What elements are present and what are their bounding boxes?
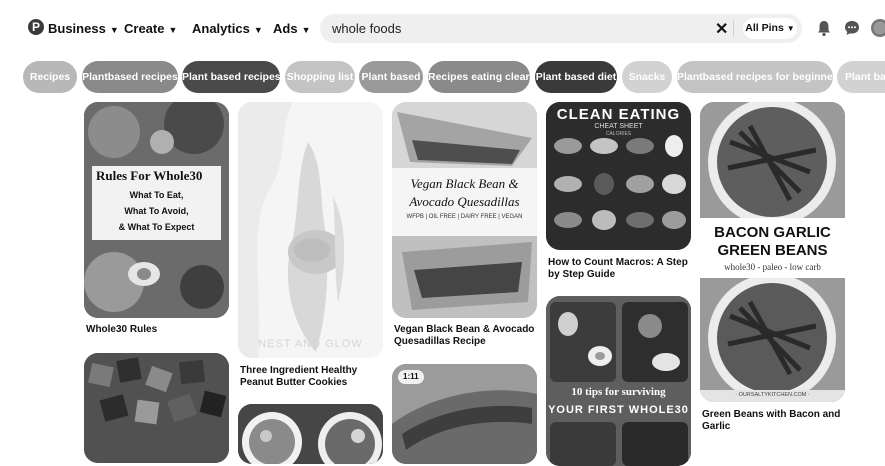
- pin-overlay-line: WFPB | OIL FREE | DAIRY FREE | VEGAN: [392, 214, 537, 220]
- ads-menu-label: Ads: [273, 21, 298, 36]
- pin-filter-dropdown[interactable]: All Pins▼: [743, 18, 797, 39]
- analytics-menu-label: Analytics: [192, 21, 250, 36]
- pin-image[interactable]: BACON GARLIC GREEN BEANS whole30 - paleo…: [700, 102, 845, 402]
- pill-plantbased-recipes-for-beginners[interactable]: Plantbased recipes for beginners: [677, 61, 833, 93]
- pin-overlay-heading: Rules For Whole30: [96, 168, 202, 184]
- pin-overlay-heading: Vegan Black Bean &: [392, 176, 537, 192]
- pin-image[interactable]: CLEAN EATING CHEAT SHEET CALORIES: [546, 102, 691, 250]
- pin-photo: [546, 296, 691, 466]
- messages-icon[interactable]: [843, 19, 861, 37]
- pin-overlay-line: & What To Expect: [84, 222, 229, 232]
- pin-vegan-quesadillas[interactable]: Vegan Black Bean & Avocado Quesadillas W…: [392, 102, 537, 352]
- pin-image[interactable]: Rules For Whole30 What To Eat, What To A…: [84, 102, 229, 318]
- pinterest-logo-icon[interactable]: P: [28, 19, 44, 35]
- pin-peanut-butter-cookies[interactable]: NEST AND GLOW Three Ingredient Healthy P…: [238, 102, 383, 392]
- chevron-down-icon: ▼: [787, 24, 795, 33]
- pill-plant-based-recipes[interactable]: Plant based recipes: [182, 61, 280, 93]
- pin-overlay-heading: CLEAN EATING: [546, 106, 691, 123]
- avatar[interactable]: [871, 19, 885, 37]
- pin-green-beans[interactable]: BACON GARLIC GREEN BEANS whole30 - paleo…: [700, 102, 845, 445]
- pill-plant-based[interactable]: Plant based: [359, 61, 423, 93]
- pill-plantbased-recipes[interactable]: Plantbased recipes: [82, 61, 178, 93]
- pin-overlay-line: whole30 - paleo - low carb: [700, 262, 845, 272]
- pin-overlay-line: CALORIES: [546, 131, 691, 137]
- pill-plant-based-2[interactable]: Plant based: [837, 61, 885, 93]
- pin-title[interactable]: Three Ingredient Healthy Peanut Butter C…: [240, 365, 381, 389]
- business-menu[interactable]: Business ▼: [48, 21, 119, 36]
- pin-image[interactable]: 1:11: [392, 364, 537, 464]
- pin-whole30-tips[interactable]: 10 tips for surviving YOUR FIRST WHOLE30: [546, 296, 691, 445]
- pin-photo: [392, 102, 537, 318]
- pin-image[interactable]: Vegan Black Bean & Avocado Quesadillas W…: [392, 102, 537, 318]
- pin-overlay-heading: 10 tips for surviving: [546, 386, 691, 398]
- video-duration-badge: 1:11: [398, 370, 424, 384]
- pin-photo: [238, 102, 383, 358]
- pin-meal-prep-bowls[interactable]: [238, 404, 383, 445]
- pin-count-macros[interactable]: CLEAN EATING CHEAT SHEET CALORIES How to…: [546, 102, 691, 282]
- create-menu[interactable]: Create ▼: [124, 21, 177, 36]
- pill-shopping-list[interactable]: Shopping list: [285, 61, 355, 93]
- pin-overlay-line: What To Eat,: [84, 190, 229, 200]
- business-menu-label: Business: [48, 21, 106, 36]
- notifications-bell-icon[interactable]: [815, 19, 833, 37]
- pin-overlay-heading: YOUR FIRST WHOLE30: [546, 404, 691, 416]
- pin-overlay-heading: Avocado Quesadillas: [392, 194, 537, 210]
- pill-plant-based-diet[interactable]: Plant based diet: [535, 61, 617, 93]
- search-input[interactable]: whole foods: [332, 21, 401, 36]
- pin-roasted-vegetables[interactable]: [84, 353, 229, 445]
- pin-photo: [84, 353, 229, 463]
- chevron-down-icon: ▼: [168, 25, 177, 35]
- pin-title[interactable]: Vegan Black Bean & Avocado Quesadillas R…: [394, 324, 535, 348]
- pin-filter-label: All Pins: [745, 22, 784, 34]
- pin-image[interactable]: 10 tips for surviving YOUR FIRST WHOLE30: [546, 296, 691, 466]
- top-navigation-bar: P Business ▼ Create ▼ Analytics ▼ Ads ▼ whol…: [0, 0, 885, 56]
- chevron-down-icon: ▼: [302, 25, 311, 35]
- pin-image[interactable]: [238, 404, 383, 464]
- clear-search-icon[interactable]: ✕: [715, 19, 728, 39]
- pin-title[interactable]: How to Count Macros: A Step by Step Guid…: [548, 257, 689, 281]
- pin-overlay-line: What To Avoid,: [84, 206, 229, 216]
- pin-title[interactable]: Green Beans with Bacon and Garlic: [702, 409, 843, 433]
- chevron-down-icon: ▼: [110, 25, 119, 35]
- pill-recipes-eating-clean[interactable]: Recipes eating clean: [428, 61, 530, 93]
- pin-overlay-heading: GREEN BEANS: [700, 242, 845, 259]
- pin-overlay-line: CHEAT SHEET: [546, 123, 691, 130]
- ads-menu[interactable]: Ads ▼: [273, 21, 310, 36]
- pin-video[interactable]: 1:11: [392, 364, 537, 445]
- search-divider: [733, 20, 734, 37]
- related-search-pills: Recipes Plantbased recipes Plant based r…: [0, 61, 885, 93]
- chevron-down-icon: ▼: [254, 25, 263, 35]
- create-menu-label: Create: [124, 21, 164, 36]
- pin-title[interactable]: Whole30 Rules: [86, 324, 227, 336]
- pin-watermark: NEST AND GLOW: [238, 338, 383, 350]
- search-bar[interactable]: whole foods ✕ All Pins▼: [320, 14, 802, 43]
- pill-recipes[interactable]: Recipes: [23, 61, 77, 93]
- pill-snacks[interactable]: Snacks: [622, 61, 672, 93]
- pin-source-label: · OURSALTYKITCHEN.COM ·: [700, 392, 845, 398]
- analytics-menu[interactable]: Analytics ▼: [192, 21, 263, 36]
- pin-photo: [238, 404, 383, 464]
- pin-overlay-heading: BACON GARLIC: [700, 224, 845, 241]
- pin-image[interactable]: [84, 353, 229, 463]
- pin-image[interactable]: NEST AND GLOW: [238, 102, 383, 358]
- pin-whole30-rules[interactable]: Rules For Whole30 What To Eat, What To A…: [84, 102, 229, 342]
